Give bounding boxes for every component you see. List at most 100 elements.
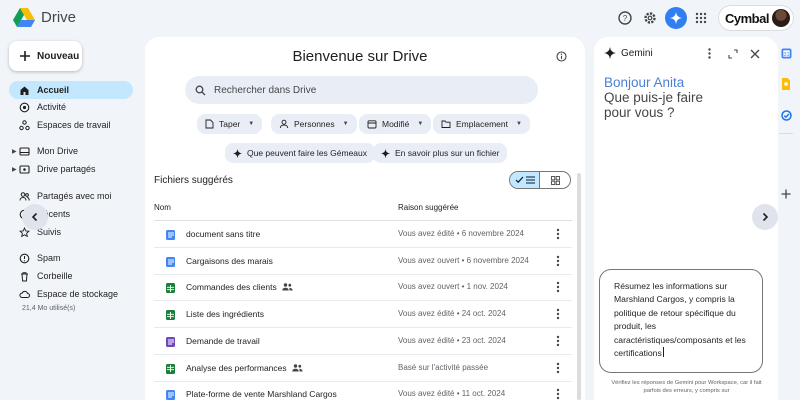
file-name-text: Liste des ingrédients xyxy=(186,309,264,320)
plus-icon xyxy=(20,51,30,61)
file-row[interactable]: Liste des ingrédients Vous avez édité • 2… xyxy=(154,301,572,329)
expand-caret-icon[interactable]: ▶ xyxy=(12,148,17,155)
expand-icon[interactable] xyxy=(727,48,738,59)
filter-modified-chip[interactable]: Modifié ▼ xyxy=(359,114,432,134)
file-name-text: Cargaisons des marais xyxy=(186,255,273,266)
more-options-icon[interactable] xyxy=(704,48,715,59)
file-name-text: Demande de travail xyxy=(186,335,260,346)
search-icon xyxy=(195,85,206,95)
grid-icon xyxy=(550,175,560,185)
sidebar-item-workspaces[interactable]: Espaces de travail xyxy=(9,116,133,134)
page-title: Bienvenue sur Drive xyxy=(292,48,428,65)
calendar-app-icon[interactable]: 31 xyxy=(780,47,792,59)
tasks-app-icon[interactable] xyxy=(780,109,792,121)
keep-app-icon[interactable] xyxy=(780,78,792,90)
gemini-spark-icon xyxy=(381,148,390,158)
chevron-right-icon xyxy=(762,212,769,222)
account-switcher[interactable]: Cymbal xyxy=(718,5,794,31)
file-row[interactable]: Demande de travail Vous avez édité • 23 o… xyxy=(154,328,572,355)
sheets-file-icon xyxy=(166,363,175,374)
greeting-line: Bonjour Anita xyxy=(604,75,685,90)
sidebar-item-shared-with-me[interactable]: Partagés avec moi xyxy=(9,187,133,205)
filter-modified-label: Modifié xyxy=(382,119,410,129)
sidebar-item-label: Spam xyxy=(37,253,61,263)
storage-usage-text: 21,4 Mo utilisé(s) xyxy=(22,305,76,312)
suggestion-reason: Vous avez édité • 24 oct. 2024 xyxy=(398,309,506,319)
sidebar-item-label: Accueil xyxy=(37,85,70,95)
expand-caret-icon[interactable]: ▶ xyxy=(12,166,17,173)
shared-people-icon xyxy=(282,283,293,291)
shared-drives-icon xyxy=(19,164,30,175)
file-row[interactable]: Plate-forme de vente Marshland Cargos Vou… xyxy=(154,381,572,400)
sidebar-item-activity[interactable]: Activité xyxy=(9,98,133,116)
filter-location-chip[interactable]: Emplacement ▼ xyxy=(433,114,530,134)
help-icon[interactable]: ? xyxy=(616,9,634,27)
info-icon[interactable] xyxy=(556,51,567,62)
svg-text:31: 31 xyxy=(783,52,789,58)
more-options-icon[interactable] xyxy=(553,280,563,294)
sheets-file-icon xyxy=(166,310,175,321)
scroll-right-button[interactable] xyxy=(752,204,778,230)
filter-type-chip[interactable]: Taper ▼ xyxy=(197,114,263,134)
suggestion-chip-file[interactable]: En savoir plus sur un fichier xyxy=(373,143,508,163)
sidebar-item-spam[interactable]: Spam xyxy=(9,249,133,267)
suggestion-reason: Vous avez édité • 6 novembre 2024 xyxy=(398,229,524,238)
more-options-icon[interactable] xyxy=(553,361,563,375)
dropdown-arrow-icon: ▼ xyxy=(417,121,424,127)
file-row[interactable]: Analyse des performances Basé sur l'activ… xyxy=(154,355,572,382)
grid-view-button[interactable] xyxy=(540,172,570,188)
workspaces-icon xyxy=(19,119,30,131)
close-icon[interactable] xyxy=(749,48,760,59)
sidebar-item-shared-drives[interactable]: ▶ Drive partagés xyxy=(9,160,133,178)
sidebar-item-label: Drive partagés xyxy=(37,164,96,174)
person-icon xyxy=(279,119,289,129)
more-options-icon[interactable] xyxy=(553,387,563,400)
folder-icon xyxy=(441,120,451,128)
gemini-button[interactable] xyxy=(665,7,687,29)
filter-people-chip[interactable]: Personnes ▼ xyxy=(271,114,357,134)
new-button[interactable]: Nouveau xyxy=(9,41,82,71)
apps-grid-icon[interactable] xyxy=(692,9,710,27)
file-name-text: Plate-forme de vente Marshland Cargos xyxy=(186,389,337,400)
gemini-disclaimer: Vérifiez les réponses de Gemini pour Wor… xyxy=(611,380,762,394)
dropdown-arrow-icon: ▼ xyxy=(515,121,522,127)
sheets-file-icon xyxy=(166,283,175,294)
suggestion-reason: Basé sur l'activité passée xyxy=(398,362,489,372)
sidebar-item-trash[interactable]: Corbeille xyxy=(9,267,133,285)
sidebar-item-my-drive[interactable]: ▶ Mon Drive xyxy=(9,142,133,160)
sidebar-item-storage[interactable]: Espace de stockage xyxy=(9,285,133,303)
file-row[interactable]: document sans titre Vous avez édité • 6 n… xyxy=(154,221,572,248)
more-options-icon[interactable] xyxy=(553,254,563,268)
shared-with-me-icon xyxy=(19,191,30,202)
search-bar[interactable]: Rechercher dans Drive xyxy=(185,76,538,104)
filter-location-label: Emplacement xyxy=(456,119,508,129)
text-cursor xyxy=(662,347,664,358)
drive-logo[interactable] xyxy=(12,7,36,29)
gemini-spark-icon xyxy=(604,47,616,59)
settings-gear-icon[interactable] xyxy=(641,9,659,27)
suggestion-label: En savoir plus sur un fichier xyxy=(395,148,500,158)
suggestion-chip-gemini[interactable]: Que peuvent faire les Gémeaux xyxy=(225,143,376,163)
sidebar-item-label: Espaces de travail xyxy=(37,120,111,130)
file-row[interactable]: Commandes des clients Vous avez ouvert • … xyxy=(154,274,572,302)
scroll-left-button[interactable] xyxy=(22,204,48,230)
more-options-icon[interactable] xyxy=(553,307,563,321)
add-app-icon[interactable] xyxy=(780,188,792,200)
calendar-icon xyxy=(367,120,377,129)
gemini-greeting: Bonjour Anita Que puis-je faire pour vou… xyxy=(604,75,703,120)
shared-people-icon xyxy=(291,363,303,372)
file-name: document sans titre xyxy=(186,229,260,239)
gemini-prompt-input[interactable]: Résumez les informations sur Marshland C… xyxy=(599,269,763,373)
more-options-icon[interactable] xyxy=(553,334,563,348)
list-view-button[interactable] xyxy=(510,172,540,188)
file-name: Analyse des performances xyxy=(186,363,303,373)
filter-people-label: Personnes xyxy=(294,119,335,129)
more-options-icon[interactable] xyxy=(553,227,563,241)
sidebar-item-home[interactable]: Accueil xyxy=(9,81,133,99)
file-name: Plate-forme de vente Marshland Cargos xyxy=(186,389,337,399)
avatar[interactable] xyxy=(772,9,790,27)
scrollbar[interactable] xyxy=(577,173,581,400)
column-header-name[interactable]: Nom xyxy=(154,203,171,212)
search-input[interactable]: Rechercher dans Drive xyxy=(214,85,316,96)
file-row[interactable]: Cargaisons des marais Vous avez ouvert • … xyxy=(154,248,572,275)
